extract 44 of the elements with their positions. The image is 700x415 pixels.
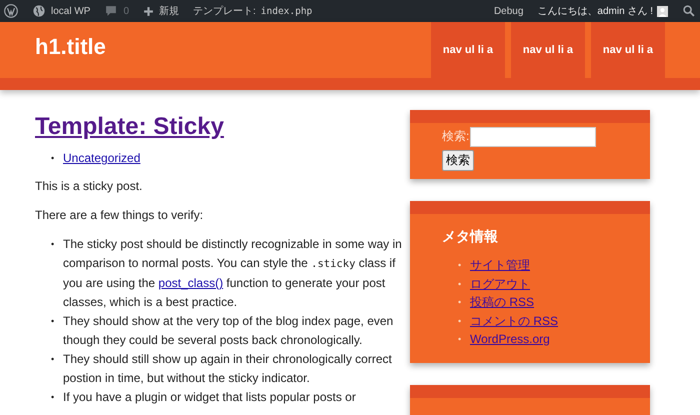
globe-icon — [32, 4, 46, 18]
site-link[interactable]: local WP — [32, 4, 90, 18]
new-link[interactable]: 新規 — [143, 4, 180, 18]
bullet: • — [458, 278, 462, 290]
avatar-icon — [657, 6, 668, 16]
bullet: • — [51, 353, 56, 366]
bullet: • — [51, 238, 56, 251]
plus-icon — [143, 6, 154, 16]
list-item: The sticky post should be distinctly recognizable in some way in comparison to normal posts. You can style the .sticky class if you are using the post_class() function to generate your post classes, which is a best practice. — [63, 236, 403, 311]
search-button[interactable]: 検索 — [442, 150, 474, 171]
search-label: 検索: — [442, 129, 470, 144]
bullet: • — [458, 259, 462, 272]
search-icon[interactable] — [682, 4, 696, 18]
paragraph: There are a few things to verify: — [35, 207, 204, 224]
meta-link[interactable]: コメントの RSS — [470, 312, 558, 330]
bullet: • — [51, 152, 56, 165]
category-link[interactable]: Uncategorized — [63, 149, 140, 168]
comments-link[interactable]: 0 — [104, 4, 130, 18]
speech-bubble-icon — [104, 4, 118, 18]
bullet: • — [458, 333, 462, 346]
post-title[interactable]: Template: Sticky — [35, 113, 224, 141]
meta-link[interactable]: ログアウト — [470, 274, 530, 293]
meta-link[interactable]: 投稿の RSS — [470, 293, 534, 312]
nav-link[interactable]: nav ul li a — [511, 22, 585, 78]
meta-link[interactable]: WordPress.org — [470, 330, 550, 348]
account-menu[interactable]: こんにちは、admin さん ! — [537, 4, 668, 18]
list-item: If you have a plugin or widget that lists popular posts or — [63, 389, 357, 406]
nav-link[interactable]: nav ul li a — [431, 22, 505, 78]
function-link[interactable]: post_class() — [158, 276, 224, 290]
nav-link[interactable]: nav ul li a — [591, 22, 665, 78]
search-field[interactable] — [470, 127, 596, 147]
list-item: They should show at the very top of the blog index page, even though they could be several posts back chronologically. — [63, 313, 394, 349]
site-title[interactable]: h1.title — [35, 34, 106, 62]
bullet: • — [458, 296, 462, 309]
bullet: • — [51, 391, 56, 404]
paragraph: This is a sticky post. — [35, 178, 144, 195]
wordpress-logo-icon[interactable] — [4, 4, 18, 18]
list-item: They should still show up again in their chronologically correct postion in time, but without the sticky indicator. — [63, 351, 393, 387]
template-info[interactable]: テンプレート: index.php — [193, 4, 312, 18]
widget-title: メタ情報 — [442, 228, 499, 246]
debug-link[interactable]: Debug — [494, 6, 524, 16]
bullet: • — [51, 315, 56, 328]
bullet: • — [458, 314, 462, 328]
meta-link[interactable]: サイト管理 — [470, 256, 530, 274]
